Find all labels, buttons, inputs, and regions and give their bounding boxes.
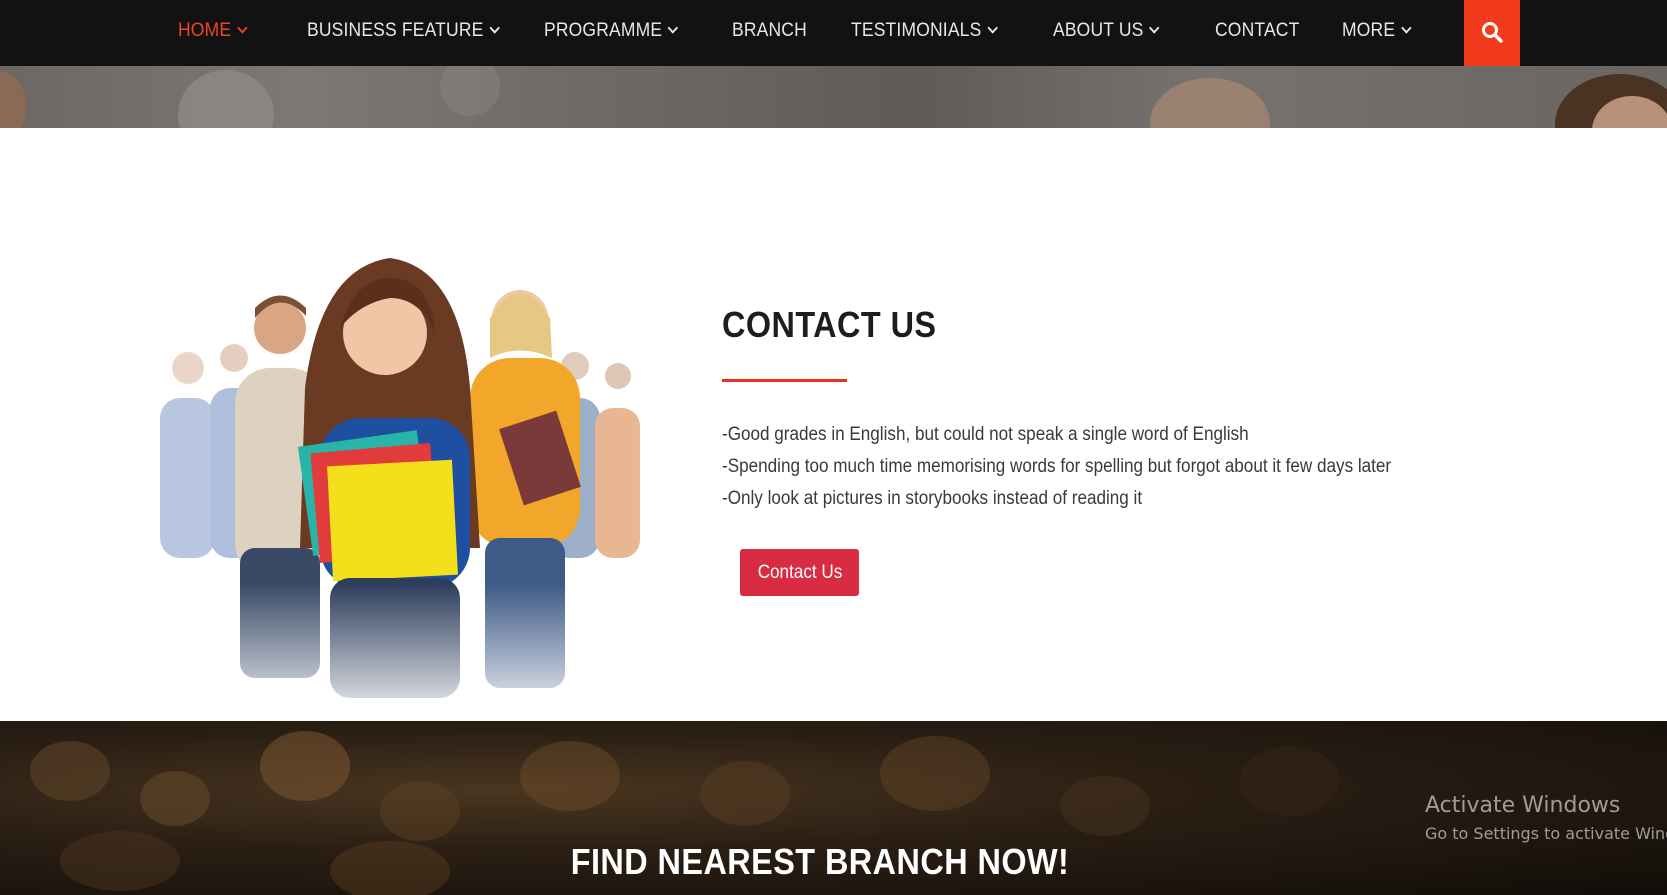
nav-item-programme[interactable]: PROGRAMME xyxy=(544,0,679,66)
nav-item-home[interactable]: HOME xyxy=(178,0,248,66)
branch-title: FIND NEAREST BRANCH NOW! xyxy=(570,841,1070,882)
nav-item-business-feature[interactable]: BUSINESS FEATURE xyxy=(307,0,500,66)
hero-background-image xyxy=(0,66,1667,128)
chevron-down-icon xyxy=(237,22,248,34)
students-image xyxy=(140,248,680,728)
search-icon xyxy=(1482,22,1503,43)
title-underline xyxy=(722,379,847,382)
chevron-down-icon xyxy=(1149,22,1160,34)
contact-description-line: -Only look at pictures in storybooks ins… xyxy=(722,488,1143,509)
contact-us-button[interactable]: Contact Us xyxy=(740,549,859,596)
chevron-down-icon xyxy=(987,22,998,34)
chevron-down-icon xyxy=(668,22,679,34)
chevron-down-icon xyxy=(489,22,500,34)
nav-item-about-us[interactable]: ABOUT US xyxy=(1053,0,1160,66)
main-navbar: HOME BUSINESS FEATURE PROGRAMME BRANCH T… xyxy=(0,0,1667,66)
contact-title: CONTACT US xyxy=(722,304,937,345)
nav-item-testimonials[interactable]: TESTIMONIALS xyxy=(851,0,998,66)
nav-item-branch[interactable]: BRANCH xyxy=(732,0,807,66)
windows-activation-watermark: Activate Windows Go to Settings to activ… xyxy=(1425,793,1667,843)
contact-description-line: -Spending too much time memorising words… xyxy=(722,456,1392,477)
nav-item-more[interactable]: MORE xyxy=(1342,0,1412,66)
search-button[interactable] xyxy=(1464,0,1520,66)
branch-section: FIND NEAREST BRANCH NOW! xyxy=(0,721,1667,895)
contact-description-line: -Good grades in English, but could not s… xyxy=(722,424,1249,445)
chevron-down-icon xyxy=(1401,22,1412,34)
nav-item-contact[interactable]: CONTACT xyxy=(1215,0,1299,66)
contact-section: CONTACT US -Good grades in English, but … xyxy=(0,128,1667,728)
